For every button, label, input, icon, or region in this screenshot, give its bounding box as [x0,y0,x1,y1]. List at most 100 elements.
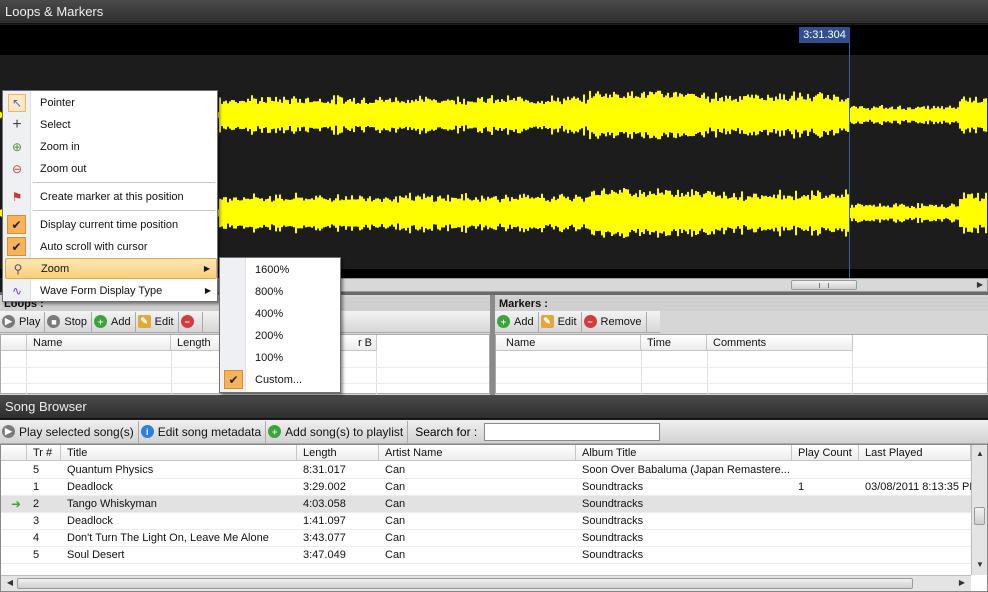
remove-icon: − [180,315,194,328]
loops-col-indicator[interactable] [1,335,27,351]
check-icon: ✔ [224,370,243,389]
loops-col-length[interactable]: Length [171,335,221,351]
cell-artist: Can [385,498,406,510]
songs-hscroll-thumb[interactable] [17,578,913,589]
play-selected-button[interactable]: ▶ Play selected song(s) [0,420,139,443]
cell-album: Soundtracks [582,515,644,527]
markers-add-button[interactable]: + Add [495,311,539,332]
waveform-type-icon: ∿ [11,283,23,298]
cell-play-count [792,462,859,479]
pencil-icon: ✎ [540,315,554,328]
zoom-option-label: Custom... [255,373,303,386]
scroll-right-icon[interactable]: ▶ [973,278,987,292]
menu-item-zoom[interactable]: ⚲ Zoom ▶ [5,258,217,279]
songs-col-length[interactable]: Length [297,445,379,461]
cell-last-played [859,530,971,547]
scroll-left-icon[interactable]: ◀ [3,576,17,590]
cell-album: Soundtracks [582,498,644,510]
zoom-option[interactable]: 1600% [222,259,340,280]
menu-item-auto-scroll[interactable]: ✔ Auto scroll with cursor [5,236,217,257]
markers-col-comments[interactable]: Comments [707,335,853,351]
add-icon: + [497,315,510,328]
search-input[interactable] [484,422,661,441]
loops-play-button[interactable]: ▶ Play [0,311,46,332]
songs-col-indicator[interactable] [1,445,27,461]
table-row[interactable]: 5 Soul Desert 3:47.049 Can Soundtracks [1,547,971,564]
markers-col-time[interactable]: Time [641,335,707,351]
cell-artist: Can [385,464,406,476]
cell-title: Don't Turn The Light On, Leave Me Alone [67,532,269,544]
scroll-down-icon[interactable]: ▼ [973,558,987,572]
markers-grid[interactable]: Name Time Comments [495,334,988,395]
table-row[interactable]: 1 Deadlock 3:29.002 Can Soundtracks 1 03/08/20… [1,479,971,496]
zoom-in-icon: ⊕ [11,139,23,154]
waveform-scroll-thumb[interactable] [791,280,857,290]
markers-edit-button[interactable]: ✎ Edit [539,311,582,332]
cell-title: Quantum Physics [67,464,154,476]
scroll-right-icon[interactable]: ▶ [955,576,969,590]
menu-item-create-marker[interactable]: ⚑ Create marker at this position [5,186,217,207]
zoom-option[interactable]: 800% [222,281,340,302]
zoom-option[interactable]: 400% [222,303,340,324]
play-icon: ▶ [2,315,15,328]
cell-length: 4:03.058 [303,498,346,510]
songs-col-play-count[interactable]: Play Count [792,445,859,461]
edit-metadata-button[interactable]: i Edit song metadata [139,420,267,443]
submenu-arrow-icon: ▶ [203,264,210,273]
zoom-option-label: 100% [255,351,284,364]
loops-remove-button[interactable]: − [179,311,203,332]
songs-vscrollbar[interactable]: ▲ ▼ [971,445,987,575]
loops-col-name[interactable]: Name [27,335,171,351]
crosshair-icon: + [12,115,22,133]
pointer-icon: ↖ [8,93,26,112]
cell-last-played [859,462,971,479]
menu-item-zoom-out[interactable]: ⊖ Zoom out [5,158,217,179]
menu-item-display-time[interactable]: ✔ Display current time position [5,214,217,235]
time-cursor-line[interactable] [849,43,850,278]
songs-col-track[interactable]: Tr # [27,445,61,461]
table-row[interactable]: 5 Quantum Physics 8:31.017 Can Soon Over Bab… [1,462,971,479]
table-row[interactable]: ➜ 2 Tango Whiskyman 4:03.058 Can Soundtracks [1,496,971,513]
loops-edit-button[interactable]: ✎ Edit [136,311,179,332]
menu-item-pointer[interactable]: ↖ Pointer [5,92,217,113]
cell-track: 3 [33,515,40,527]
menu-item-wave-type[interactable]: ∿ Wave Form Display Type ▶ [5,280,217,301]
menu-item-zoom-in[interactable]: ⊕ Zoom in [5,136,217,157]
cell-play-count [792,496,859,513]
songs-grid[interactable]: Tr # Title Length Artist Name Album Titl… [0,444,988,592]
songs-col-title[interactable]: Title [61,445,297,461]
loops-stop-button[interactable]: ■ Stop [45,311,93,332]
table-row[interactable]: 4 Don't Turn The Light On, Leave Me Alone… [1,530,971,547]
cell-album: Soon Over Babaluma (Japan Remastere... [582,464,790,476]
submenu-arrow-icon: ▶ [204,286,211,295]
loops-add-button[interactable]: + Add [92,311,136,332]
zoom-option-label: 800% [255,285,284,298]
menu-item-select[interactable]: + Select [5,114,217,135]
cell-title: Soul Desert [67,549,125,561]
cell-play-count [792,547,859,564]
info-icon: i [140,425,154,438]
table-row[interactable]: 3 Deadlock 1:41.097 Can Soundtracks [1,513,971,530]
waveform-context-menu: ↖ Pointer + Select ⊕ Zoom in ⊖ Zoom out … [2,90,218,302]
stop-icon: ■ [47,315,61,328]
zoom-option-label: 1600% [255,263,290,276]
markers-col-name[interactable]: Name [496,335,641,351]
zoom-option[interactable]: ✔ Custom... [222,369,340,390]
cell-play-count [792,530,859,547]
zoom-option[interactable]: 200% [222,325,340,346]
markers-remove-button[interactable]: − Remove [582,311,647,332]
cell-album: Soundtracks [582,532,644,544]
add-to-playlist-button[interactable]: + Add song(s) to playlist [266,420,409,443]
cell-album: Soundtracks [582,549,644,561]
zoom-option[interactable]: 100% [222,347,340,368]
now-playing-arrow-icon: ➜ [11,497,22,511]
songs-hscrollbar[interactable]: ◀ ▶ [1,575,971,591]
songs-vscroll-thumb[interactable] [974,507,985,525]
play-icon: ▶ [2,425,15,438]
songs-col-album[interactable]: Album Title [576,445,792,461]
cell-play-count [792,513,859,530]
songs-col-artist[interactable]: Artist Name [379,445,576,461]
songs-col-last-played[interactable]: Last Played [859,445,971,461]
cell-artist: Can [385,481,406,493]
scroll-up-icon[interactable]: ▲ [973,447,987,461]
